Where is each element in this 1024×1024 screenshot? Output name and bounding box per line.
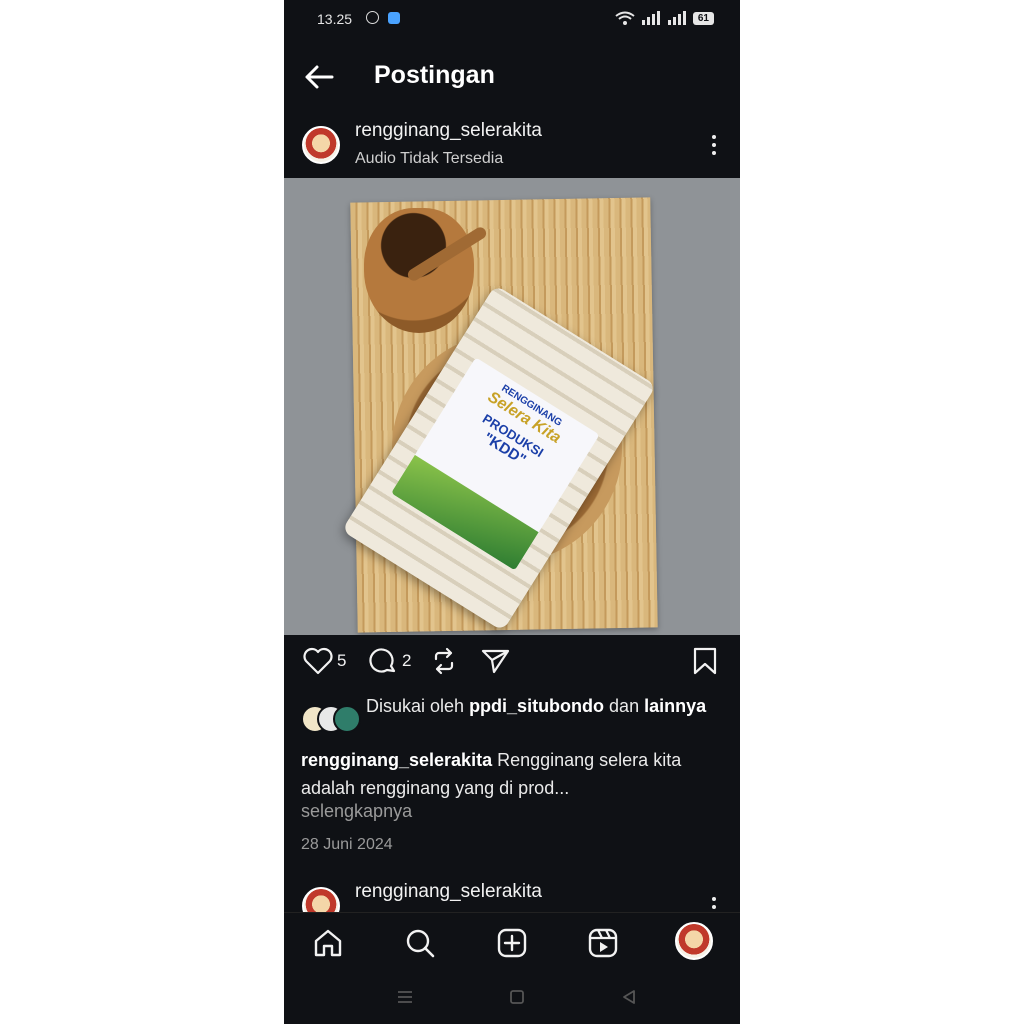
like-count: 5 (337, 651, 347, 670)
battery-indicator: 61 (692, 11, 714, 25)
see-more-link[interactable]: selengkapnya (301, 801, 412, 822)
profile-avatar[interactable] (675, 922, 713, 960)
repost-icon (434, 647, 454, 675)
reels-icon[interactable] (585, 925, 621, 961)
next-post-more-icon[interactable] (712, 897, 718, 913)
back-arrow-icon[interactable] (302, 62, 336, 92)
save-button[interactable] (692, 647, 718, 675)
liked-by-user[interactable]: ppdi_situbondo (469, 696, 604, 716)
liker-avatar-3 (333, 705, 361, 733)
page-title: Postingan (374, 61, 495, 89)
recent-apps-icon[interactable] (395, 987, 415, 1007)
heart-icon (303, 647, 333, 675)
wifi-icon (615, 11, 635, 25)
create-icon[interactable] (494, 925, 530, 961)
share-button[interactable] (481, 647, 511, 675)
whatsapp-icon (366, 11, 379, 24)
next-post-header: rengginang_selerakita (284, 877, 740, 913)
top-bar: Postingan (284, 50, 740, 104)
post-caption: rengginang_selerakita Rengginang selera … (301, 746, 721, 802)
comment-icon (369, 648, 396, 673)
phone-screen: 13.25 61 Postingan rengginang_selerakita… (284, 0, 740, 1024)
post-header: rengginang_selerakita Audio Tidak Tersed… (284, 115, 740, 175)
label-grass-art (390, 454, 539, 571)
bottom-navigation (284, 912, 740, 973)
comment-count: 2 (402, 651, 412, 670)
home-button-icon[interactable] (507, 987, 527, 1007)
more-options-icon[interactable] (712, 135, 718, 159)
back-button-icon[interactable] (619, 987, 639, 1007)
caption-username[interactable]: rengginang_selerakita (301, 750, 492, 770)
like-button[interactable]: 5 (303, 647, 346, 675)
status-icons: 61 (615, 11, 714, 25)
avatar[interactable] (302, 126, 340, 164)
search-icon[interactable] (402, 925, 438, 961)
liked-by-row[interactable]: Disukai oleh ppdi_situbondo dan lainnya (284, 693, 740, 743)
liked-by-text: Disukai oleh ppdi_situbondo dan lainnya (366, 695, 716, 718)
home-icon[interactable] (310, 925, 346, 961)
status-time: 13.25 (317, 11, 353, 27)
liked-by-mid: dan (604, 696, 645, 716)
system-navigation (284, 975, 740, 1024)
repost-button[interactable] (430, 647, 458, 675)
next-post-username[interactable]: rengginang_selerakita (355, 881, 542, 903)
status-bar: 13.25 61 (284, 0, 740, 40)
post-username[interactable]: rengginang_selerakita (355, 120, 542, 142)
post-date: 28 Juni 2024 (301, 836, 393, 853)
liker-avatars (301, 705, 361, 733)
bookmark-icon (693, 647, 717, 675)
action-bar: 5 2 (284, 645, 740, 685)
notification-app-icon (388, 12, 400, 24)
audio-unavailable-label[interactable]: Audio Tidak Tersedia (355, 150, 503, 168)
send-icon (481, 649, 510, 674)
liked-by-others[interactable]: lainnya (644, 696, 706, 716)
comment-button[interactable]: 2 (368, 647, 411, 675)
post-image[interactable]: RENGGINANG Selera Kita PRODUKSI "KDD" (284, 178, 740, 635)
liked-by-prefix: Disukai oleh (366, 696, 470, 716)
next-post-avatar[interactable] (302, 887, 340, 913)
signal-icon (641, 11, 660, 25)
signal-icon-2 (667, 11, 686, 25)
